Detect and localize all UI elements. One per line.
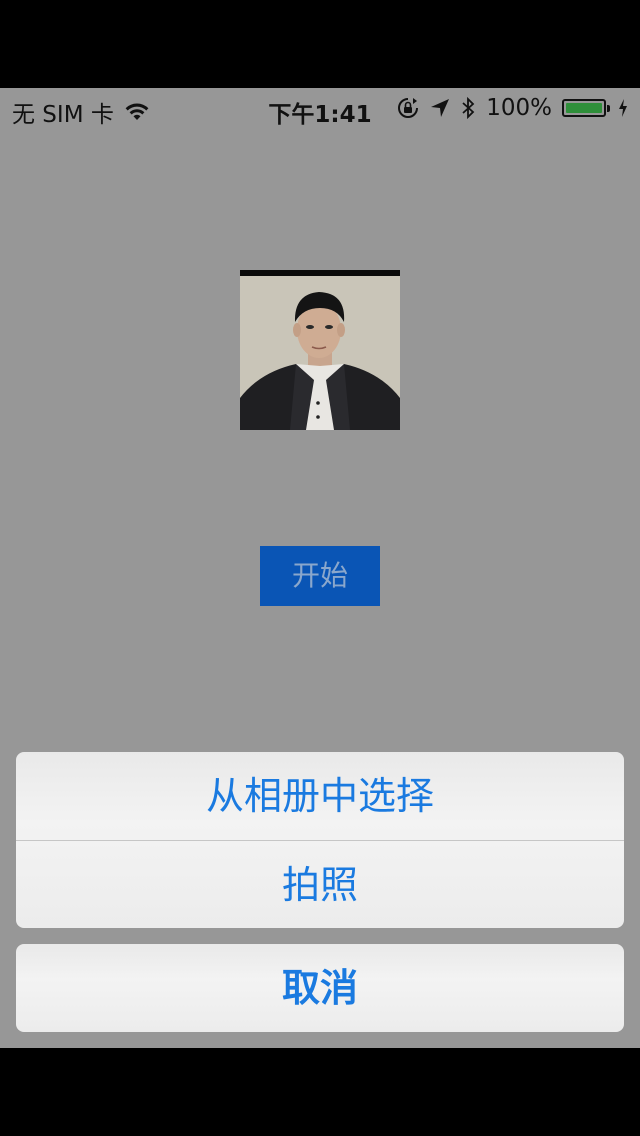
- battery-icon: [562, 99, 610, 117]
- status-time: 下午1:41: [268, 102, 372, 128]
- take-photo-button[interactable]: 拍照: [16, 840, 624, 928]
- status-bar: 无 SIM 卡 下午1:41 100%: [0, 88, 640, 128]
- status-bar-left: 无 SIM 卡: [12, 95, 150, 129]
- battery-percent: 100%: [486, 95, 552, 121]
- status-bar-right: 100%: [396, 95, 628, 121]
- location-arrow-icon: [430, 98, 450, 118]
- profile-photo: [240, 270, 400, 430]
- start-button[interactable]: 开始: [260, 546, 380, 606]
- cancel-button[interactable]: 取消: [16, 944, 624, 1032]
- battery-level-fill: [566, 103, 602, 113]
- choose-from-album-button[interactable]: 从相册中选择: [16, 752, 624, 840]
- action-sheet: 从相册中选择 拍照: [16, 752, 624, 928]
- wifi-icon: [124, 102, 150, 122]
- bluetooth-icon: [460, 96, 476, 120]
- carrier-label: 无 SIM 卡: [12, 102, 114, 128]
- rotation-lock-icon: [396, 96, 420, 120]
- screen: 无 SIM 卡 下午1:41 100% 开始 从相册中选择 拍照 取消: [0, 88, 640, 1048]
- charging-bolt-icon: [618, 98, 628, 118]
- action-sheet-cancel-group: 取消: [16, 944, 624, 1032]
